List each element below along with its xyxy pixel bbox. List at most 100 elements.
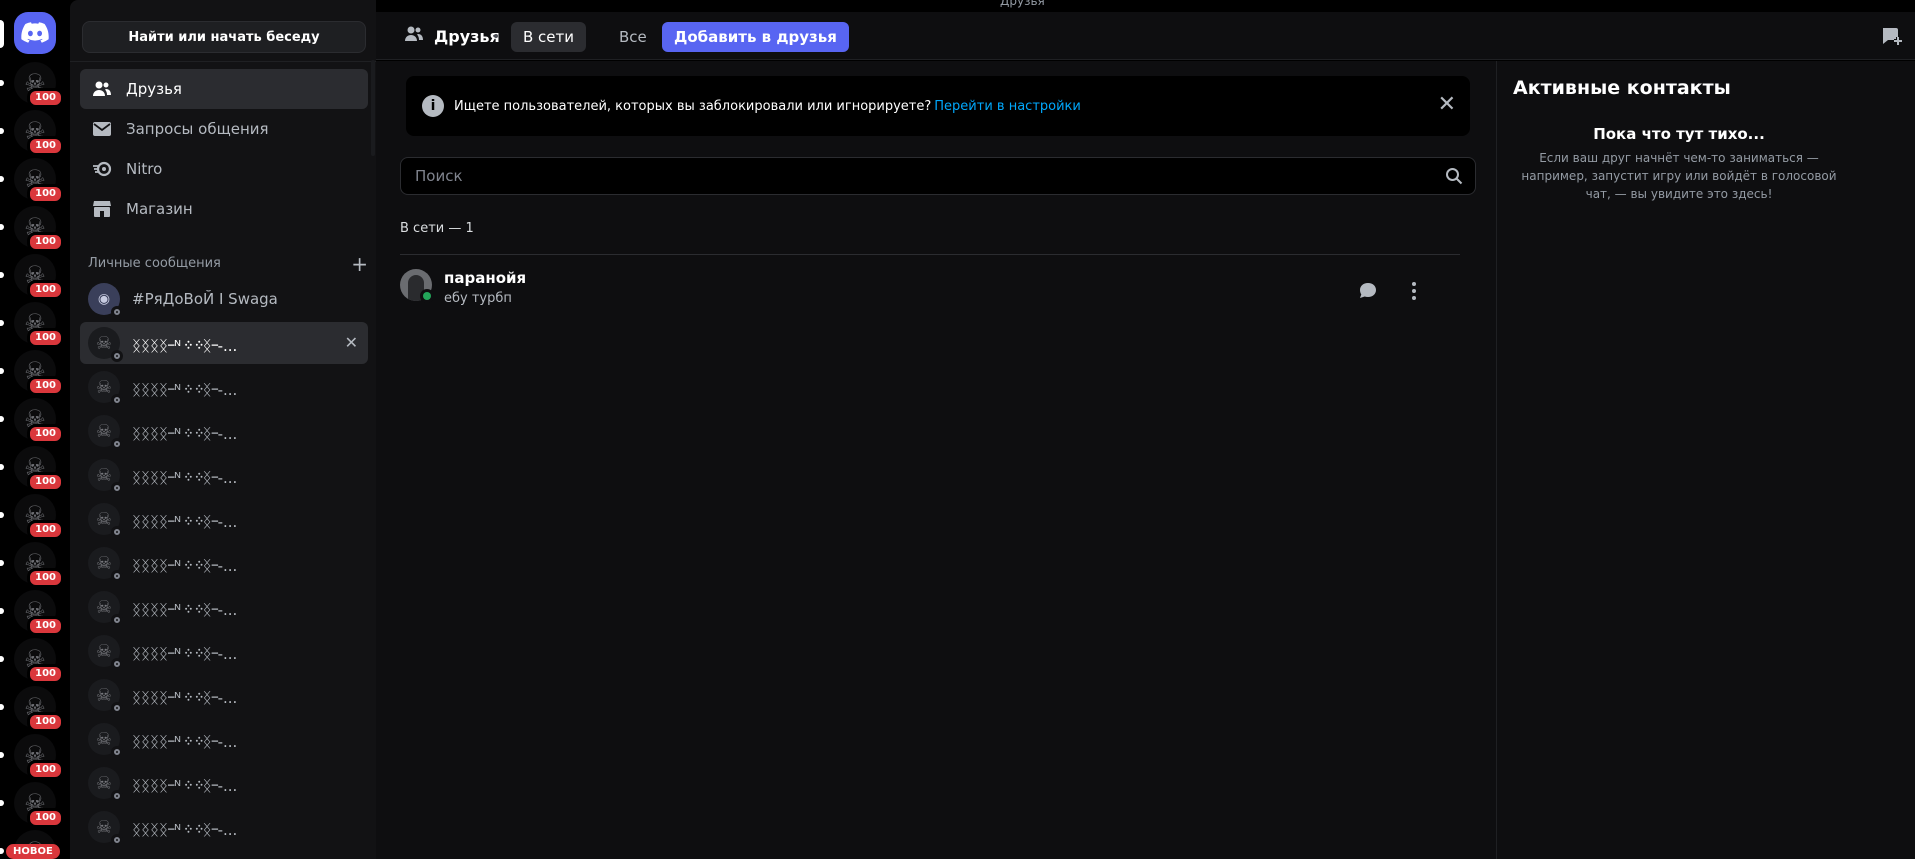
dm-name: ᛝᛝᛝᛝ᠆ᴺ᠅᠅ᛝ᠆-... xyxy=(132,425,238,443)
discord-logo-icon xyxy=(21,22,49,43)
unread-indicator xyxy=(0,320,4,326)
server-icon[interactable]: ☠100 xyxy=(14,638,64,684)
server-icon[interactable]: ☠100 xyxy=(14,254,64,300)
unread-indicator xyxy=(0,224,4,230)
avatar: ☠ xyxy=(88,635,123,670)
dm-item[interactable]: ☠ ᛝᛝᛝᛝ᠆ᴺ᠅᠅ᛝ᠆-... xyxy=(80,674,368,716)
server-icon[interactable]: ☠100 xyxy=(14,350,64,396)
tab-online[interactable]: В сети xyxy=(511,22,587,52)
skull-icon: ☠ xyxy=(95,640,113,662)
active-now-empty-desc: Если ваш друг начнёт чем-то заниматься —… xyxy=(1521,151,1837,201)
unread-indicator xyxy=(0,512,4,518)
dm-item[interactable]: ☠ ᛝᛝᛝᛝ᠆ᴺ᠅᠅ᛝ᠆-... xyxy=(80,586,368,628)
close-icon[interactable]: ✕ xyxy=(1438,94,1456,116)
nav-item-friends[interactable]: Друзья xyxy=(80,69,368,109)
sidebar-scrollbar[interactable] xyxy=(371,60,375,156)
home-indicator xyxy=(0,20,4,48)
header-separator xyxy=(494,34,498,38)
server-icon[interactable]: ☠100 xyxy=(14,782,64,828)
friends-icon xyxy=(404,24,424,49)
server-icon[interactable]: ☠100 xyxy=(14,734,64,780)
nav-label: Nitro xyxy=(126,160,163,178)
settings-link[interactable]: Перейти в настройки xyxy=(934,99,1081,114)
more-options-button[interactable] xyxy=(1396,273,1432,309)
dm-item[interactable]: ☠ ᛝᛝᛝᛝ᠆ᴺ᠅᠅ᛝ᠆-... xyxy=(80,366,368,408)
mention-badge: 100 xyxy=(27,328,64,348)
add-friend-button[interactable]: Добавить в друзья xyxy=(662,22,849,52)
server-icon[interactable]: ☠100 xyxy=(14,494,64,540)
mention-badge: 100 xyxy=(27,424,64,444)
tab-all[interactable]: Все xyxy=(607,22,659,52)
dm-item[interactable]: ☠ ᛝᛝᛝᛝ᠆ᴺ᠅᠅ᛝ᠆-... xyxy=(80,410,368,452)
nav-item-shop[interactable]: Магазин xyxy=(80,189,368,229)
unread-indicator xyxy=(0,368,4,374)
friends-search-input[interactable] xyxy=(413,158,1413,194)
find-conversation-button[interactable]: Найти или начать беседу xyxy=(82,21,366,53)
offline-status-icon xyxy=(111,526,123,538)
user-avatar-icon: ◉ xyxy=(97,291,111,307)
dm-item[interactable]: ☠ ᛝᛝᛝᛝ᠆ᴺ᠅᠅ᛝ᠆-... ✕ xyxy=(80,322,368,364)
offline-status-icon xyxy=(111,790,123,802)
skull-icon: ☠ xyxy=(95,508,113,530)
offline-status-icon xyxy=(111,306,123,318)
dm-item[interactable]: ☠ ᛝᛝᛝᛝ᠆ᴺ᠅᠅ᛝ᠆-... xyxy=(80,542,368,584)
server-icon[interactable]: ☠100 xyxy=(14,446,64,492)
server-icon[interactable]: ☠100 xyxy=(14,158,64,204)
dm-item[interactable]: ◉ #РяДоВоЙ I Swaga xyxy=(80,278,368,320)
friends-search-box xyxy=(400,157,1476,195)
friends-main: i Ищете пользователей, которых вы заблок… xyxy=(376,61,1496,859)
more-vertical-icon xyxy=(1412,282,1416,300)
avatar: ☠ xyxy=(88,767,123,802)
skull-icon: ☠ xyxy=(95,772,113,794)
server-icon[interactable]: ☠100 xyxy=(14,542,64,588)
skull-icon: ☠ xyxy=(95,816,113,838)
dm-item[interactable]: ☠ ᛝᛝᛝᛝ᠆ᴺ᠅᠅ᛝ᠆-... xyxy=(80,806,368,848)
nav-item-nitro[interactable]: Nitro xyxy=(80,149,368,189)
dm-item[interactable]: ☠ ᛝᛝᛝᛝ᠆ᴺ᠅᠅ᛝ᠆-... xyxy=(80,630,368,672)
dm-item[interactable]: ☠ ᛝᛝᛝᛝ᠆ᴺ᠅᠅ᛝ᠆-... xyxy=(80,498,368,540)
close-dm-icon[interactable]: ✕ xyxy=(345,333,358,352)
mention-badge: 100 xyxy=(27,88,64,108)
dm-name: ᛝᛝᛝᛝ᠆ᴺ᠅᠅ᛝ᠆-... xyxy=(132,689,238,707)
mention-badge: 100 xyxy=(27,184,64,204)
server-icon[interactable]: ☠100 xyxy=(14,62,64,108)
active-now-panel: Активные контакты Пока что тут тихо... Е… xyxy=(1496,61,1915,859)
nav-item-message-requests[interactable]: Запросы общения xyxy=(80,109,368,149)
online-status-icon xyxy=(420,289,434,303)
avatar: ◉ xyxy=(88,283,123,318)
unread-indicator xyxy=(0,416,4,422)
unread-indicator xyxy=(0,272,4,278)
dm-name: ᛝᛝᛝᛝ᠆ᴺ᠅᠅ᛝ᠆-... xyxy=(132,733,238,751)
active-now-title: Активные контакты xyxy=(1513,77,1731,99)
avatar: ☠ xyxy=(88,547,123,582)
server-icon[interactable]: ☠100 xyxy=(14,110,64,156)
message-button[interactable] xyxy=(1350,273,1386,309)
avatar: ☠ xyxy=(88,503,123,538)
offline-status-icon xyxy=(111,394,123,406)
dm-name: ᛝᛝᛝᛝ᠆ᴺ᠅᠅ᛝ᠆-... xyxy=(132,337,238,355)
skull-icon: ☠ xyxy=(95,420,113,442)
server-icon[interactable]: ☠100 xyxy=(14,206,64,252)
message-bubble-icon xyxy=(1360,283,1376,298)
server-icon[interactable]: ☠100 xyxy=(14,398,64,444)
server-icon[interactable]: ☠100 xyxy=(14,590,64,636)
server-icon[interactable]: ☠100 xyxy=(14,302,64,348)
skull-icon: ☠ xyxy=(95,596,113,618)
dm-item[interactable]: ☠ ᛝᛝᛝᛝ᠆ᴺ᠅᠅ᛝ᠆-... xyxy=(80,718,368,760)
shop-icon xyxy=(90,197,114,221)
skull-icon: ☠ xyxy=(95,376,113,398)
create-dm-plus-icon[interactable]: + xyxy=(351,254,368,274)
dm-name: ᛝᛝᛝᛝ᠆ᴺ᠅᠅ᛝ᠆-... xyxy=(132,381,238,399)
server-icon[interactable]: ☠100 xyxy=(14,686,64,732)
dm-item[interactable]: ☠ ᛝᛝᛝᛝ᠆ᴺ᠅᠅ᛝ᠆-... xyxy=(80,762,368,804)
avatar: ☠ xyxy=(88,415,123,450)
nav-label: Друзья xyxy=(126,80,182,98)
dm-name: ᛝᛝᛝᛝ᠆ᴺ᠅᠅ᛝ᠆-... xyxy=(132,469,238,487)
mention-badge: 100 xyxy=(27,712,64,732)
dm-name: ᛝᛝᛝᛝ᠆ᴺ᠅᠅ᛝ᠆-... xyxy=(132,513,238,531)
home-button[interactable] xyxy=(14,12,56,54)
new-group-dm-icon[interactable] xyxy=(1879,24,1903,48)
friend-row[interactable]: паранойя ебу турбп xyxy=(400,259,1460,319)
mention-badge: 100 xyxy=(27,232,64,252)
dm-item[interactable]: ☠ ᛝᛝᛝᛝ᠆ᴺ᠅᠅ᛝ᠆-... xyxy=(80,454,368,496)
